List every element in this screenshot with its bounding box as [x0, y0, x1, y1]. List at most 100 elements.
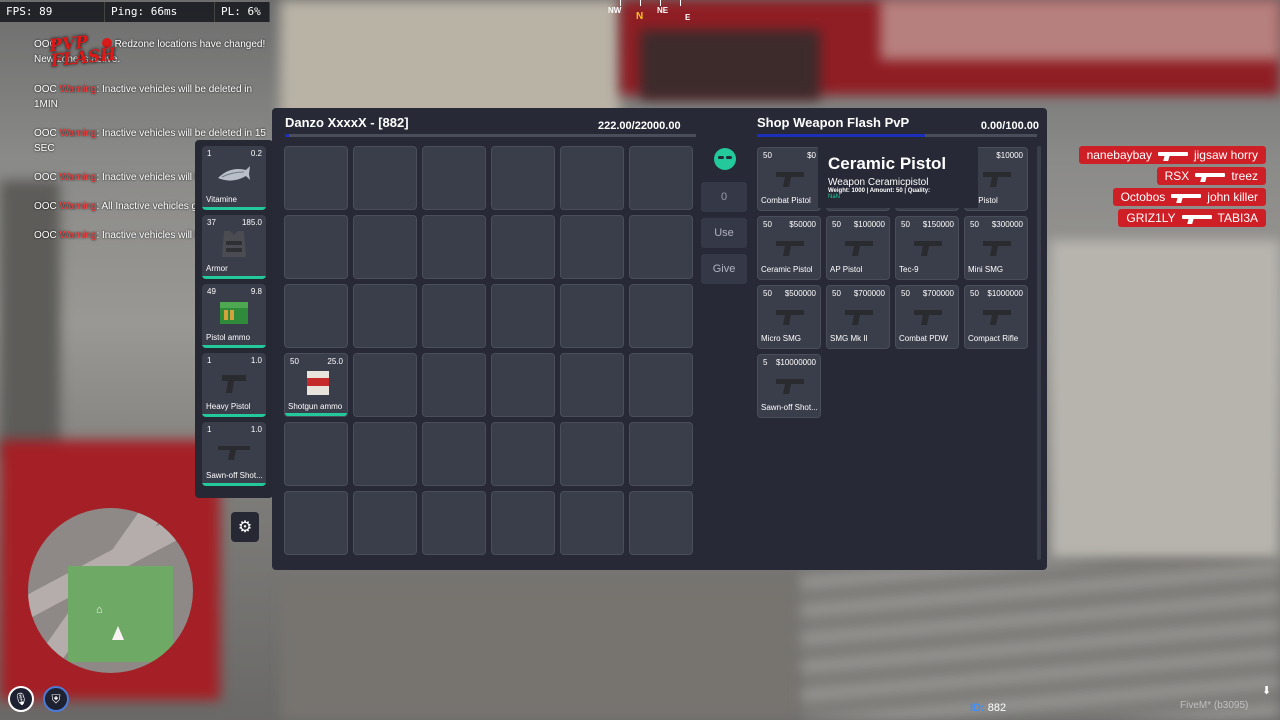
inventory-slot[interactable]: [353, 491, 417, 555]
killfeed-entry: RSX treez: [1156, 167, 1266, 185]
action-column: Use Give: [701, 148, 749, 290]
chat-line: OOC PVP FLASH Redzone locations have chan…: [34, 32, 266, 72]
shop-item[interactable]: 50 $300000 Mini SMG: [964, 216, 1028, 280]
shop-item[interactable]: 50 $100000 AP Pistol: [826, 216, 890, 280]
inventory-slot[interactable]: [491, 353, 555, 417]
inventory-slot[interactable]: [353, 215, 417, 279]
minimap: ⌂: [28, 508, 193, 673]
shotgun-ammo-icon: [307, 371, 329, 395]
weapon-icon: [776, 310, 804, 325]
item-tooltip: Ceramic Pistol Weapon Ceramicpistol Weig…: [818, 146, 978, 208]
shop-item[interactable]: 5 $10000000 Sawn-off Shot...: [757, 354, 821, 418]
inventory-slot[interactable]: 50 25.0 Shotgun ammo: [284, 353, 348, 417]
shop-title: Shop Weapon Flash PvP: [757, 115, 910, 130]
weapon-icon: [983, 172, 1011, 187]
inventory-slot[interactable]: [284, 491, 348, 555]
shop-weight-fill: [757, 134, 925, 137]
gun-icon: [1181, 213, 1212, 223]
ping-readout: Ping: 66ms: [105, 2, 215, 22]
inventory-slot[interactable]: [491, 422, 555, 486]
inventory-slot[interactable]: [560, 215, 624, 279]
inventory-slot[interactable]: [491, 284, 555, 348]
inventory-slot[interactable]: [353, 284, 417, 348]
inventory-slot[interactable]: [629, 422, 693, 486]
weapon-icon: [776, 241, 804, 256]
durability-bar: [202, 207, 266, 210]
inventory-slot[interactable]: [560, 284, 624, 348]
killfeed: nanebaybay jigsaw horry RSX treez Octobos j…: [1078, 146, 1266, 227]
weapon-icon: [845, 310, 873, 325]
player-inventory-weight: 222.00/22000.00: [598, 120, 681, 132]
inventory-slot[interactable]: [284, 422, 348, 486]
inventory-slot[interactable]: [284, 215, 348, 279]
player-weight-bar: [285, 134, 696, 137]
inventory-slot[interactable]: [422, 353, 486, 417]
fps-readout: FPS: 89: [0, 2, 105, 22]
hotbar-slot[interactable]: 37 185.0 Armor: [202, 215, 266, 279]
player-face-icon: [714, 148, 736, 170]
inventory-slot[interactable]: [629, 215, 693, 279]
shield-icon[interactable]: ⛨: [43, 686, 69, 712]
tooltip-item-id: Weapon Ceramicpistol: [828, 177, 929, 188]
player-inventory-title: Danzo XxxxX - [882]: [285, 115, 409, 130]
inventory-slot[interactable]: [491, 215, 555, 279]
settings-gear-button[interactable]: ⚙: [231, 512, 259, 542]
inventory-slot[interactable]: [629, 284, 693, 348]
hotbar-slot[interactable]: 1 1.0 Sawn-off Shot...: [202, 422, 266, 486]
inventory-slot[interactable]: [284, 146, 348, 210]
shop-item[interactable]: 50 $0 Combat Pistol: [757, 147, 821, 211]
inventory-slot[interactable]: [422, 215, 486, 279]
inventory-slot[interactable]: [353, 422, 417, 486]
inventory-slot[interactable]: [422, 422, 486, 486]
weapon-icon: [776, 172, 804, 187]
inventory-slot[interactable]: [629, 146, 693, 210]
shop-item[interactable]: 50 $150000 Tec-9: [895, 216, 959, 280]
ammo-box-icon: [220, 302, 248, 324]
gear-icon: ⚙: [237, 519, 253, 536]
gun-icon: [1171, 192, 1202, 202]
inventory-slot[interactable]: [422, 284, 486, 348]
inventory-slot[interactable]: [422, 491, 486, 555]
shop-item[interactable]: 50 $700000 Combat PDW: [895, 285, 959, 349]
shop-item[interactable]: 50 $500000 Micro SMG: [757, 285, 821, 349]
killfeed-entry: GRIZ1LY TABI3A: [1118, 209, 1266, 227]
shop-item[interactable]: 50 $1000000 Compact Rifle: [964, 285, 1028, 349]
inventory-slot[interactable]: [629, 353, 693, 417]
shop-scrollbar[interactable]: [1037, 146, 1041, 560]
compass: NW N NE E: [600, 0, 700, 28]
inventory-slot[interactable]: [422, 146, 486, 210]
inventory-slot[interactable]: [560, 491, 624, 555]
weapon-icon: [983, 241, 1011, 256]
inventory-slot[interactable]: [560, 422, 624, 486]
give-button[interactable]: Give: [701, 254, 747, 284]
player-id: ID: 882: [970, 702, 1007, 714]
shop-weight: 0.00/100.00: [980, 120, 1039, 132]
inventory-slot[interactable]: [353, 353, 417, 417]
hotbar-slot[interactable]: 1 0.2 Vitamine: [202, 146, 266, 210]
shop-item[interactable]: 50 $50000 Ceramic Pistol: [757, 216, 821, 280]
inventory-slot[interactable]: [284, 284, 348, 348]
inventory-slot[interactable]: [353, 146, 417, 210]
performance-hud: FPS: 89 Ping: 66ms PL: 6%: [0, 2, 270, 22]
hotbar: 1 0.2 Vitamine 37 185.0 Armor 49 9.8 Pistol…: [195, 140, 273, 498]
inventory-slot[interactable]: [491, 146, 555, 210]
hotbar-slot[interactable]: 49 9.8 Pistol ammo: [202, 284, 266, 348]
microphone-icon[interactable]: 🎙: [8, 686, 34, 712]
use-button[interactable]: Use: [701, 218, 747, 248]
shotgun-icon: [218, 446, 250, 460]
fivem-watermark: FiveM* (b3095): [1180, 700, 1249, 711]
inventory-slot[interactable]: [629, 491, 693, 555]
compass-north: N: [636, 11, 644, 22]
inventory-slot[interactable]: [491, 491, 555, 555]
weapon-icon: [845, 241, 873, 256]
player-weight-fill: [285, 134, 290, 137]
amount-input[interactable]: [701, 182, 747, 212]
weapon-icon: [983, 310, 1011, 325]
chat-line: OOC Warning: Inactive vehicles will be d…: [34, 84, 253, 110]
packet-loss-readout: PL: 6%: [215, 2, 270, 22]
shop-weight-bar: [757, 134, 1037, 137]
inventory-slot[interactable]: [560, 353, 624, 417]
hotbar-slot[interactable]: 1 1.0 Heavy Pistol: [202, 353, 266, 417]
shop-item[interactable]: 50 $700000 SMG Mk II: [826, 285, 890, 349]
inventory-slot[interactable]: [560, 146, 624, 210]
